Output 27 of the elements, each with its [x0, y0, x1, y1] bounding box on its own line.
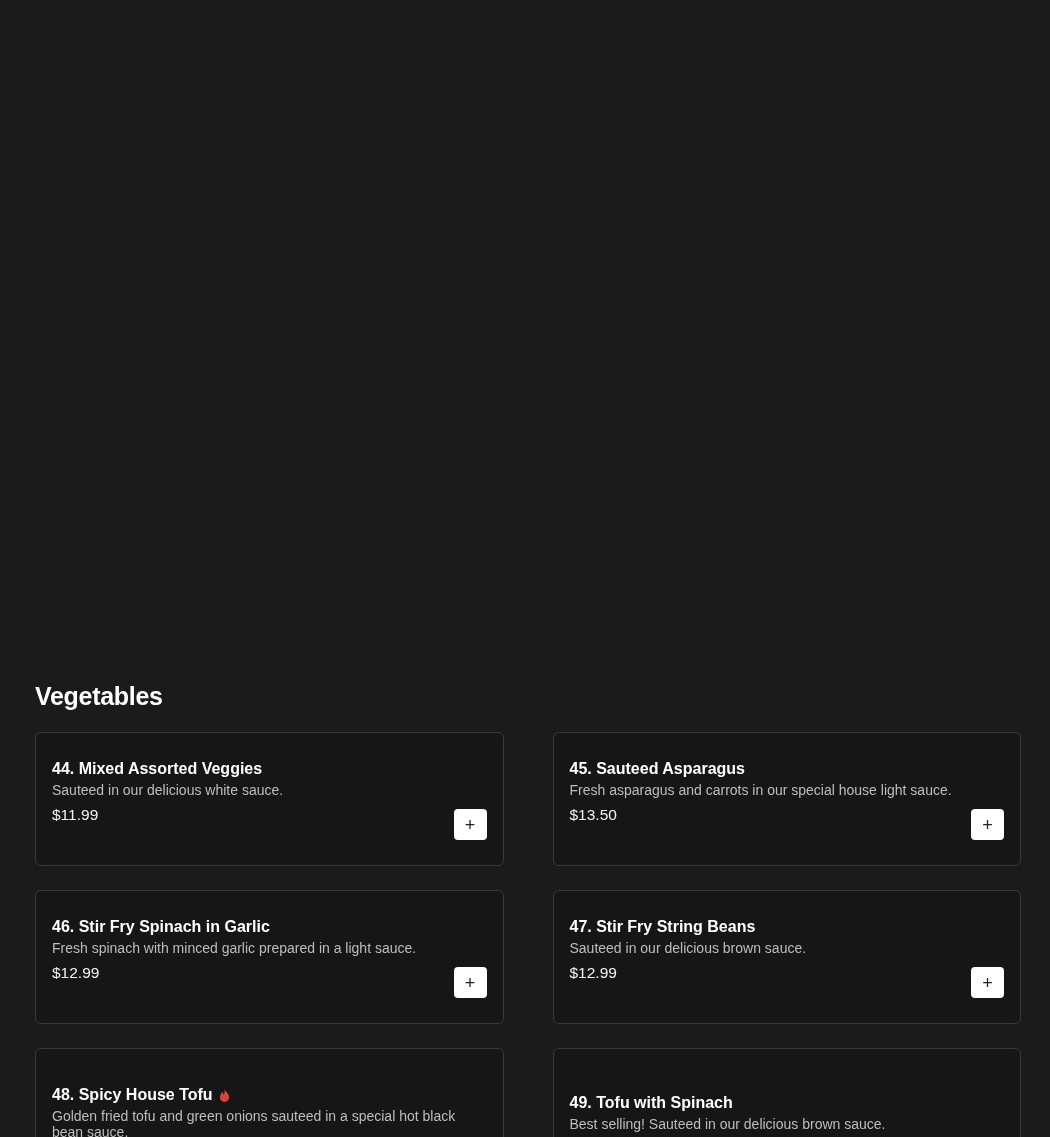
add-button[interactable]: + — [453, 809, 487, 840]
item-description: Sauteed in our delicious white sauce. — [52, 782, 285, 798]
add-button[interactable]: + — [971, 809, 1004, 840]
item-name: 44. Mixed Assorted Veggies — [52, 760, 263, 778]
menu-item-card[interactable]: 45. Sauteed Asparagus Fresh asparagus and carrots in our special house light sauce. $13.50 + — [552, 732, 1021, 866]
menu-item-card[interactable]: 49. Tofu with Spinach Best selling! Sauteed in our delicious brown sauce. — [552, 1048, 1021, 1137]
item-name: 48. Spicy House Tofu — [52, 1086, 213, 1104]
item-price: $12.99 — [569, 964, 617, 982]
item-name: 49. Tofu with Spinach — [569, 1094, 733, 1112]
item-description: Best selling! Sauteed in our delicious brown sauce. — [569, 1116, 887, 1132]
item-price: $12.99 — [52, 964, 100, 982]
section-heading: Vegetables — [35, 681, 164, 712]
menu-item-card[interactable]: 46. Stir Fry Spinach in Garlic Fresh spinach with minced garlic prepared in a light sauce. $12.99 + — [35, 890, 504, 1024]
menu-item-card[interactable]: 47. Stir Fry String Beans Sauteed in our delicious brown sauce. $12.99 + — [552, 890, 1021, 1024]
item-price: $13.50 — [569, 806, 617, 824]
item-description: Fresh asparagus and carrots in our special house light sauce. — [569, 782, 953, 798]
add-button[interactable]: + — [971, 967, 1004, 998]
item-description: Golden fried tofu and green onions sauteed in a special hot black bean sauce. — [52, 1108, 457, 1137]
item-description: Fresh spinach with minced garlic prepared in a light sauce. — [52, 940, 418, 956]
menu-item-card[interactable]: 44. Mixed Assorted Veggies Sauteed in our delicious white sauce. $11.99 + — [35, 732, 504, 866]
item-description: Sauteed in our delicious brown sauce. — [569, 940, 808, 956]
item-name: 45. Sauteed Asparagus — [569, 760, 745, 778]
item-price: $11.99 — [52, 806, 99, 824]
menu-item-card[interactable]: 48. Spicy House Tofu Golden fried tofu and green onions sauteed in a special hot black bean sauce. — [35, 1048, 504, 1137]
item-name: 46. Stir Fry Spinach in Garlic — [52, 918, 270, 936]
item-name: 47. Stir Fry String Beans — [569, 918, 756, 936]
add-button[interactable]: + — [453, 967, 487, 998]
